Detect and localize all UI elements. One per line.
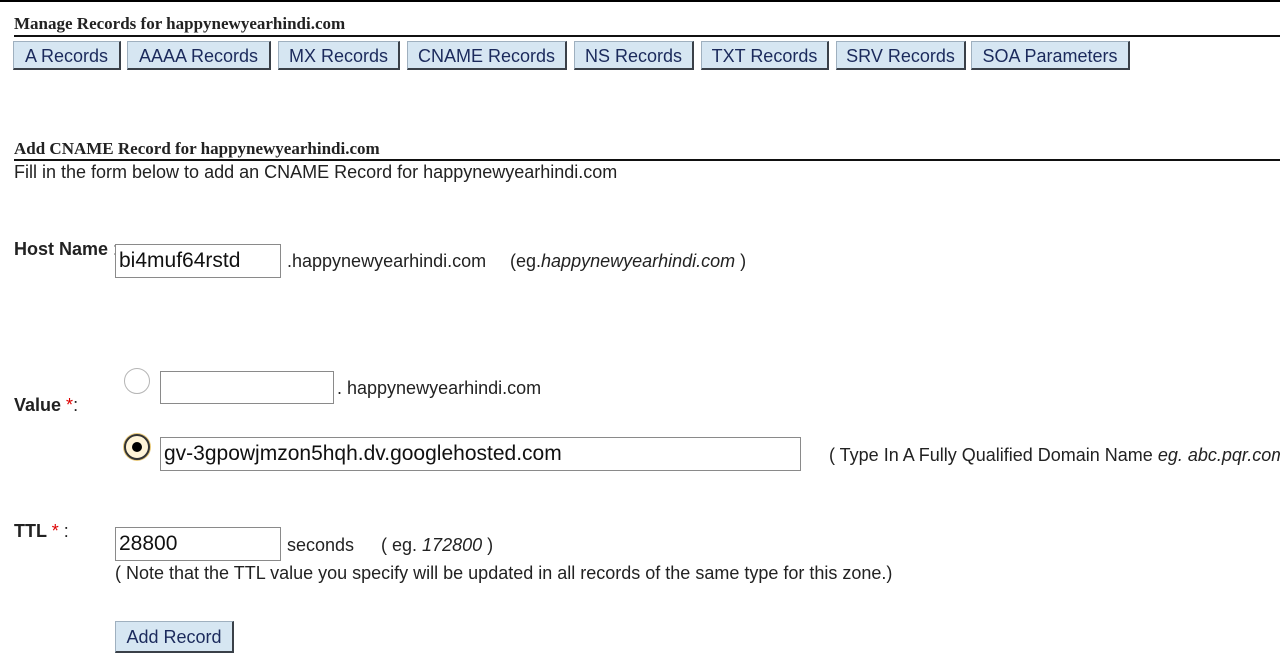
ttl-required-marker: *: [51, 521, 59, 541]
add-cname-title: Add CNAME Record for happynewyearhindi.c…: [14, 139, 380, 158]
host-example: (eg.happynewyearhindi.com ): [510, 251, 746, 272]
manage-title-rule: [14, 35, 1280, 37]
tab-a-records[interactable]: A Records: [13, 41, 121, 70]
host-domain-suffix: .happynewyearhindi.com: [287, 251, 487, 271]
ttl-example-value: 172800: [422, 535, 483, 555]
value-subdomain-input[interactable]: [160, 371, 334, 404]
value-label-text: Value: [14, 395, 62, 415]
host-name-label-text: Host Name: [14, 239, 109, 259]
host-example-value: happynewyearhindi.com: [541, 251, 736, 271]
host-example-suffix: ): [740, 251, 747, 271]
ttl-label: TTL * :: [14, 521, 69, 542]
add-title-rule: [14, 159, 1280, 161]
tab-soa-parameters[interactable]: SOA Parameters: [971, 41, 1130, 70]
ttl-example: ( eg. 172800 ): [381, 535, 493, 556]
host-example-prefix: (eg.: [510, 251, 542, 271]
tab-txt-records[interactable]: TXT Records: [701, 41, 829, 70]
top-border: [0, 0, 1280, 2]
tab-srv-records[interactable]: SRV Records: [836, 41, 966, 70]
ttl-input[interactable]: 28800: [115, 527, 281, 561]
value-fqdn-hint: ( Type In A Fully Qualified Domain Name …: [829, 445, 1280, 466]
radio-selected-dot: [132, 442, 142, 452]
host-name-label: Host Name :: [14, 239, 118, 260]
tab-aaaa-records[interactable]: AAAA Records: [127, 41, 271, 70]
value-option-subdomain-radio[interactable]: [124, 368, 150, 394]
tab-cname-records[interactable]: CNAME Records: [407, 41, 567, 70]
value-fqdn-input[interactable]: gv-3gpowjmzon5hqh.dv.googlehosted.com: [160, 437, 801, 471]
value-colon: :: [73, 395, 79, 415]
manage-records-title: Manage Records for happynewyearhindi.com: [14, 14, 346, 33]
ttl-label-text: TTL: [14, 521, 47, 541]
value-label: Value *:: [14, 395, 78, 416]
value-subdomain-suffix: . happynewyearhindi.com: [337, 378, 542, 398]
tab-mx-records[interactable]: MX Records: [278, 41, 400, 70]
form-description: Fill in the form below to add an CNAME R…: [14, 162, 618, 182]
ttl-colon: :: [63, 521, 69, 541]
ttl-example-suffix: ): [487, 535, 494, 555]
ttl-unit: seconds: [287, 535, 355, 555]
tab-ns-records[interactable]: NS Records: [574, 41, 694, 70]
ttl-example-prefix: ( eg.: [381, 535, 418, 555]
fqdn-hint-prefix: ( Type In A Fully Qualified Domain Name: [829, 445, 1153, 465]
value-option-fqdn-radio[interactable]: [124, 434, 150, 460]
value-required-marker: *: [66, 395, 74, 415]
fqdn-hint-example: eg. abc.pqr.com: [1157, 445, 1280, 465]
add-record-button[interactable]: Add Record: [115, 621, 234, 653]
ttl-note: ( Note that the TTL value you specify wi…: [115, 563, 893, 583]
host-name-input[interactable]: bi4muf64rstd: [115, 244, 281, 278]
